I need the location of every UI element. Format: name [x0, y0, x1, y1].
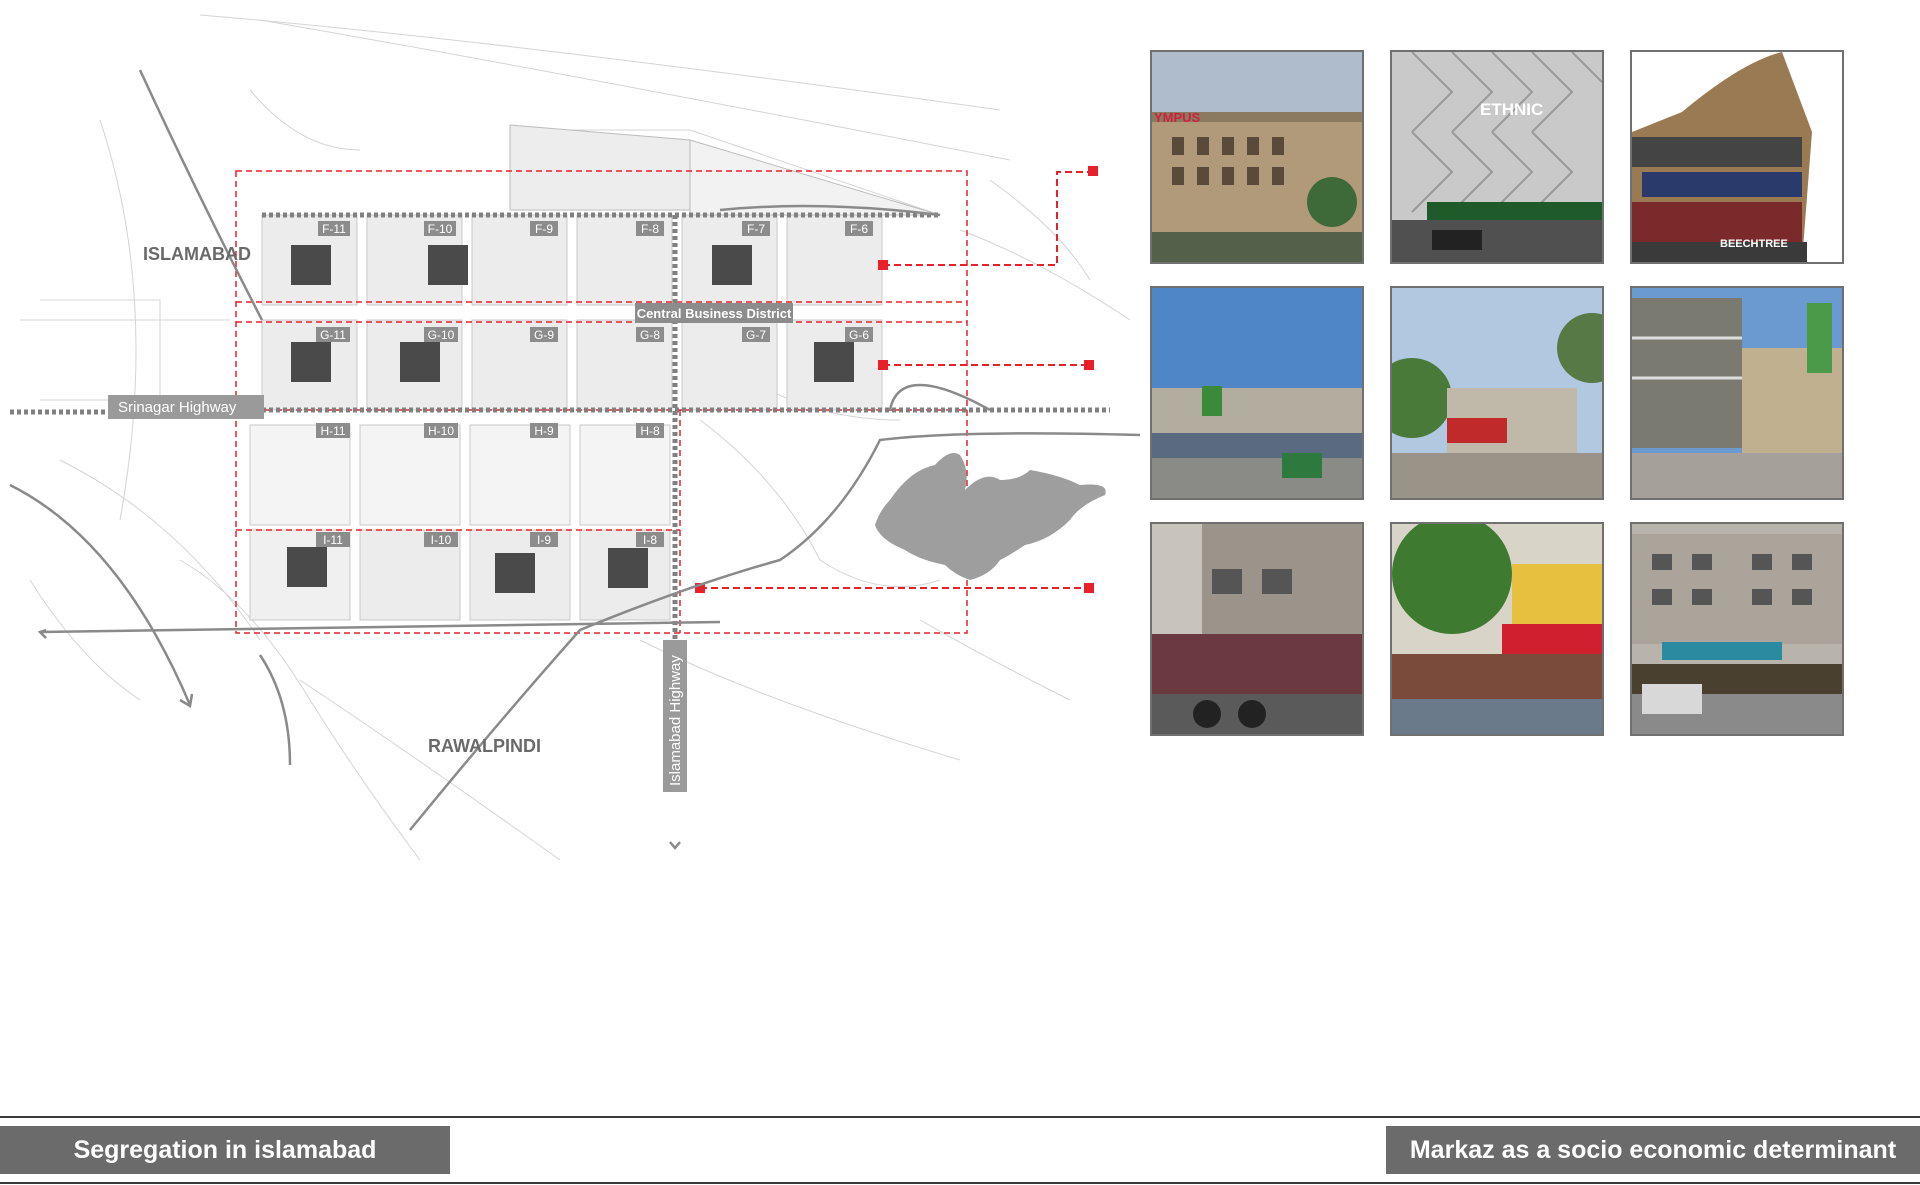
photo-sign: YMPUS [1154, 110, 1201, 125]
sector-label: F-9 [535, 222, 553, 236]
sector-label: G-9 [534, 328, 554, 342]
sector-label: G-8 [640, 328, 660, 342]
photo-image [1152, 52, 1362, 262]
footer-top-rule [0, 1116, 1920, 1118]
northern-zone-outline [509, 124, 691, 211]
markaz-photo [1150, 522, 1364, 736]
markaz-photo [1390, 522, 1604, 736]
sector-label: I-10 [431, 533, 452, 547]
markaz-title-tab: Markaz as a socio economic determinant [1386, 1126, 1920, 1174]
sector-label: F-8 [641, 222, 659, 236]
markaz-f7 [712, 245, 752, 285]
sector-label: H-11 [320, 424, 345, 438]
srinagar-highway-tag: Srinagar Highway [108, 395, 264, 419]
islamabad-label: ISLAMABAD [143, 244, 251, 264]
markaz-g6 [814, 342, 854, 382]
islamabad-highway-tag: Islamabad Highway [663, 640, 687, 792]
sector-label: G-6 [849, 328, 869, 342]
photo-sign: ETHNIC [1480, 100, 1544, 119]
rawal-lake [875, 452, 1106, 580]
photo-image [1392, 524, 1602, 734]
cbd-tag: Central Business District [635, 303, 793, 323]
photo-image [1632, 524, 1842, 734]
sector-label: G-11 [320, 328, 346, 342]
photo-sign: BEECHTREE [1720, 238, 1788, 250]
sector-label: G-10 [428, 328, 455, 342]
markaz-f10 [428, 245, 468, 285]
markaz-i11 [287, 547, 327, 587]
sector-label: I-8 [643, 533, 657, 547]
sector-label: I-9 [537, 533, 551, 547]
segregation-title-tab: Segregation in islamabad [0, 1126, 450, 1174]
markaz-photo: ETHNIC [1390, 50, 1604, 264]
markaz-photo: YMPUS [1150, 50, 1364, 264]
sector-label: F-7 [747, 222, 765, 236]
markaz-f11 [291, 245, 331, 285]
markaz-title: Markaz as a socio economic determinant [1409, 1135, 1897, 1164]
photo-image [1632, 52, 1842, 262]
islamabad-map: F-11 F-10 F-9 F-8 F-7 F-6 G-11 G-10 G-9 … [9, 14, 1141, 861]
sector-label: I-11 [323, 533, 343, 547]
sector-label: F-10 [428, 222, 453, 236]
srinagar-highway-label: Srinagar Highway [118, 399, 237, 416]
markaz-photo: BEECHTREE [1630, 50, 1844, 264]
sector-label: H-8 [640, 424, 660, 438]
photo-image [1152, 524, 1362, 734]
sector-label: H-10 [428, 424, 454, 438]
markaz-photo [1630, 286, 1844, 500]
cbd-label: Central Business District [637, 306, 792, 321]
rawalpindi-label: RAWALPINDI [428, 736, 541, 756]
photo-image [1392, 52, 1602, 262]
markaz-photo [1390, 286, 1604, 500]
markaz-g10 [400, 342, 440, 382]
photo-image [1152, 288, 1362, 498]
f6-wedge-outline [689, 139, 941, 216]
sector-label: F-11 [322, 222, 346, 236]
photo-image [1632, 288, 1842, 498]
sector-label: F-6 [850, 222, 868, 236]
segregation-title: Segregation in islamabad [73, 1135, 377, 1164]
footer-bottom-rule [0, 1182, 1920, 1184]
islamabad-highway-label: Islamabad Highway [667, 655, 684, 786]
sector-grid [249, 214, 883, 621]
markaz-i8 [608, 548, 648, 588]
markaz-g11 [291, 342, 331, 382]
markaz-photo [1150, 286, 1364, 500]
markaz-photo [1630, 522, 1844, 736]
sector-label: H-9 [534, 424, 554, 438]
arrow-heads [37, 628, 681, 850]
photo-image [1392, 288, 1602, 498]
markaz-i9 [495, 553, 535, 593]
sector-label: G-7 [746, 328, 766, 342]
